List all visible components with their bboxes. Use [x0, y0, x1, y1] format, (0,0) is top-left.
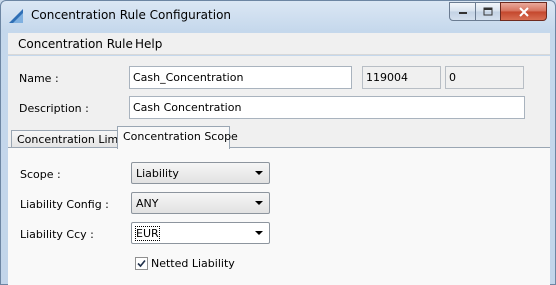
- checkmark-icon: [137, 259, 146, 268]
- liability-ccy-label: Liability Ccy :: [20, 228, 94, 241]
- concentration-scope-panel: Scope : Liability Liability Config : ANY…: [8, 147, 550, 285]
- netted-liability-label[interactable]: Netted Liability: [151, 257, 235, 270]
- close-button[interactable]: [500, 2, 547, 21]
- netted-liability-checkbox[interactable]: [135, 257, 148, 270]
- menu-bar: Concentration Rule Help: [8, 33, 550, 55]
- concentration-rule-window: Concentration Rule Configuration Concent…: [0, 0, 556, 285]
- chevron-down-icon: [255, 171, 263, 175]
- liability-config-value: ANY: [136, 197, 159, 210]
- tab-concentration-limits[interactable]: Concentration Limits: [11, 130, 131, 148]
- liability-ccy-dropdown[interactable]: EUR: [131, 222, 270, 244]
- id-field: 119004: [362, 66, 441, 89]
- name-label: Name :: [19, 72, 59, 85]
- window-title: Concentration Rule Configuration: [31, 8, 232, 22]
- form-area: Name : Cash_Concentration 119004 0 Descr…: [8, 56, 550, 285]
- scope-label: Scope :: [20, 168, 61, 181]
- liability-ccy-value: EUR: [135, 226, 160, 241]
- minimize-icon: [458, 11, 467, 14]
- menu-concentration-rule[interactable]: Concentration Rule: [15, 37, 136, 51]
- version-field: 0: [445, 66, 524, 89]
- description-label: Description :: [19, 102, 89, 115]
- maximize-button[interactable]: [475, 2, 501, 21]
- menu-help[interactable]: Help: [132, 37, 165, 51]
- name-field[interactable]: Cash_Concentration: [129, 66, 352, 89]
- tab-strip: Concentration Limits Concentration Scope: [8, 126, 550, 149]
- liability-config-label: Liability Config :: [20, 198, 109, 211]
- chevron-down-icon: [255, 201, 263, 205]
- chevron-down-icon: [255, 231, 263, 235]
- tab-concentration-scope[interactable]: Concentration Scope: [117, 126, 238, 149]
- app-icon: [9, 9, 23, 23]
- title-bar[interactable]: Concentration Rule Configuration: [1, 1, 555, 31]
- description-field[interactable]: Cash Concentration: [129, 96, 525, 119]
- minimize-button[interactable]: [449, 2, 476, 21]
- maximize-icon: [483, 7, 493, 16]
- scope-dropdown[interactable]: Liability: [131, 162, 270, 184]
- close-icon: [518, 6, 529, 17]
- scope-value: Liability: [136, 167, 179, 180]
- liability-config-dropdown[interactable]: ANY: [131, 192, 270, 214]
